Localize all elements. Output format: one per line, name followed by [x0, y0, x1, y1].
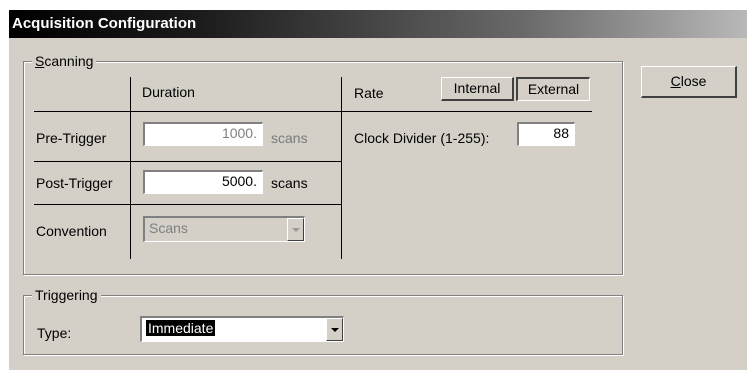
trigger-type-select[interactable]: Immediate — [140, 316, 344, 342]
pre-trigger-label: Pre-Trigger — [36, 130, 107, 146]
duration-header: Duration — [142, 84, 195, 100]
convention-value: Scans — [149, 220, 188, 236]
chevron-down-icon[interactable] — [287, 218, 304, 241]
rate-header: Rate — [354, 85, 384, 101]
trigger-type-label: Type: — [37, 325, 72, 341]
external-button[interactable]: External — [516, 77, 590, 101]
clock-divider-label: Clock Divider (1-255): — [354, 130, 490, 146]
acquisition-configuration-dialog: Acquisition Configuration Scanning Durat… — [9, 10, 747, 370]
table-divider — [34, 111, 592, 112]
table-divider — [130, 77, 131, 259]
clock-divider-field[interactable]: 88 — [517, 122, 575, 146]
scanning-legend: Scanning — [32, 52, 97, 70]
table-divider — [34, 204, 342, 205]
post-trigger-field[interactable]: 5000. — [143, 170, 263, 194]
convention-label: Convention — [36, 223, 107, 239]
pre-trigger-field[interactable]: 1000. — [143, 122, 263, 146]
internal-button[interactable]: Internal — [441, 77, 514, 101]
table-divider — [34, 161, 342, 162]
pre-trigger-unit: scans — [271, 130, 308, 146]
post-trigger-label: Post-Trigger — [36, 175, 113, 191]
triggering-legend: Triggering — [32, 286, 101, 304]
chevron-down-icon[interactable] — [326, 318, 343, 341]
post-trigger-unit: scans — [271, 175, 308, 191]
close-button[interactable]: Close — [641, 66, 737, 98]
convention-select[interactable]: Scans — [143, 216, 305, 242]
trigger-type-value: Immediate — [146, 320, 216, 336]
table-divider — [341, 77, 342, 259]
window-title: Acquisition Configuration — [9, 10, 747, 38]
